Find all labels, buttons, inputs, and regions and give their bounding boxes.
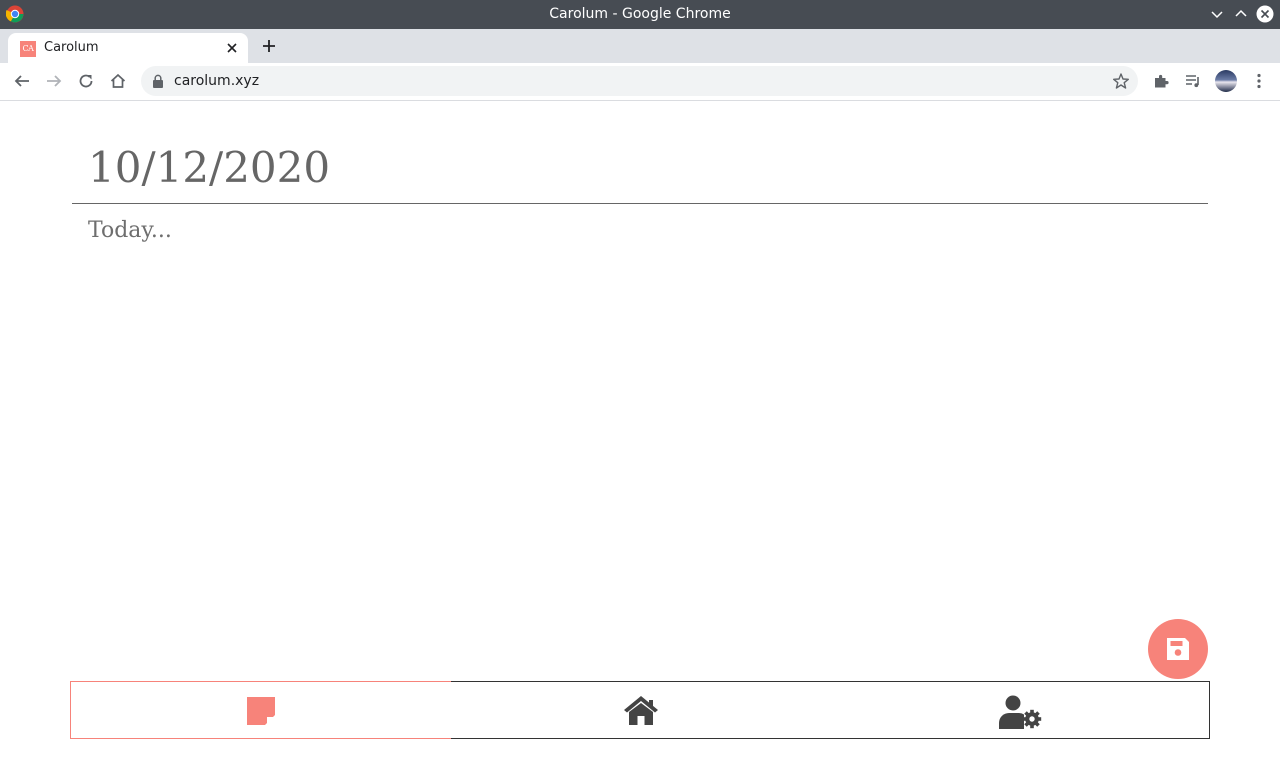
browser-tab[interactable]: CA Carolum [8,33,248,63]
home-icon [624,696,658,725]
lock-icon [153,74,163,88]
nav-item-home[interactable] [451,681,831,739]
bookmark-star-icon[interactable] [1112,72,1130,90]
sticky-note-icon [247,697,275,725]
journal-entry-input[interactable] [86,210,1190,250]
save-icon [1167,638,1189,660]
reload-icon[interactable] [77,72,95,90]
tab-strip: CA Carolum [0,29,1280,63]
new-tab-icon[interactable] [260,37,278,55]
media-control-icon[interactable] [1184,72,1202,90]
menu-dots-icon[interactable] [1250,72,1268,90]
tab-close-icon[interactable] [224,40,240,56]
favicon-icon: CA [20,41,36,57]
url-text[interactable]: carolum.xyz [174,66,259,96]
address-bar[interactable]: carolum.xyz [141,66,1138,96]
browser-toolbar: carolum.xyz [0,63,1280,101]
nav-item-notes[interactable] [70,681,451,739]
window-titlebar: Carolum - Google Chrome [0,0,1280,29]
save-button[interactable] [1148,619,1208,679]
bottom-nav [70,681,1210,739]
maximize-icon[interactable] [1232,5,1250,23]
window-close-icon[interactable] [1256,5,1274,23]
entry-date-title: 10/12/2020 [88,143,331,192]
home-button-icon[interactable] [109,72,127,90]
profile-avatar[interactable] [1215,70,1237,92]
forward-icon[interactable] [45,72,63,90]
tab-title: Carolum [44,40,99,55]
date-divider [72,203,1208,204]
back-icon[interactable] [13,72,31,90]
minimize-icon[interactable] [1208,5,1226,23]
extensions-icon[interactable] [1152,72,1170,90]
user-settings-icon [999,695,1042,729]
nav-item-user-settings[interactable] [831,681,1210,739]
window-title: Carolum - Google Chrome [549,6,731,22]
